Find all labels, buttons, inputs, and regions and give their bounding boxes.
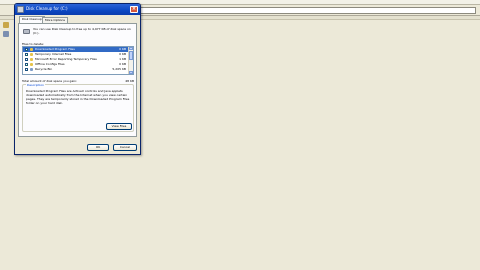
ok-button[interactable]: OK <box>87 144 109 151</box>
description-legend: Description <box>26 83 46 87</box>
tab-disk-cleanup[interactable]: Disk Cleanup <box>19 16 45 23</box>
left-gutter <box>0 20 12 270</box>
close-button[interactable]: × <box>130 6 138 13</box>
checkbox[interactable] <box>25 68 28 71</box>
checkbox[interactable]: ✓ <box>25 63 29 67</box>
file-size: 5,205 KB <box>112 67 126 71</box>
checkbox[interactable]: ✓ <box>25 53 29 57</box>
folder-icon <box>30 48 33 51</box>
folder-icon <box>30 63 33 66</box>
address-field[interactable] <box>138 7 476 14</box>
total-space-value: 48 KB <box>125 79 134 83</box>
files-list[interactable]: ✓ Downloaded Program Files 0 KB ✓ Tempor… <box>22 46 134 75</box>
scroll-up-arrow-icon[interactable] <box>129 47 133 50</box>
intro-text: You can use Disk Cleanup to free up to 4… <box>33 27 131 35</box>
scroll-thumb[interactable] <box>129 51 133 60</box>
folder-icon <box>30 53 33 56</box>
folder-icon <box>30 58 33 61</box>
checkbox[interactable]: ✓ <box>25 48 29 52</box>
view-files-button[interactable]: View Files <box>106 123 132 130</box>
recycle-bin-icon <box>30 68 33 71</box>
list-item[interactable]: Recycle Bin 5,205 KB <box>23 67 128 72</box>
dialog-title: Disk Cleanup for (C:) <box>26 6 68 11</box>
disk-cleanup-dialog: Disk Cleanup for (C:) × Disk Cleanup Mor… <box>14 3 141 155</box>
scroll-down-arrow-icon[interactable] <box>129 71 133 74</box>
cancel-button[interactable]: Cancel <box>113 144 137 151</box>
file-name: Recycle Bin <box>35 67 53 71</box>
drive-icon <box>23 29 30 34</box>
description-text: Downloaded Program Files are ActiveX con… <box>26 89 130 105</box>
checkbox[interactable] <box>25 58 28 61</box>
list-scrollbar[interactable] <box>128 47 133 74</box>
folder-icon[interactable] <box>3 22 9 28</box>
description-group: Description Downloaded Program Files are… <box>22 83 134 132</box>
tab-panel: You can use Disk Cleanup to free up to 4… <box>18 23 137 137</box>
document-icon[interactable] <box>3 31 9 37</box>
disk-cleanup-icon <box>17 6 24 13</box>
dialog-titlebar[interactable]: Disk Cleanup for (C:) × <box>15 4 140 15</box>
